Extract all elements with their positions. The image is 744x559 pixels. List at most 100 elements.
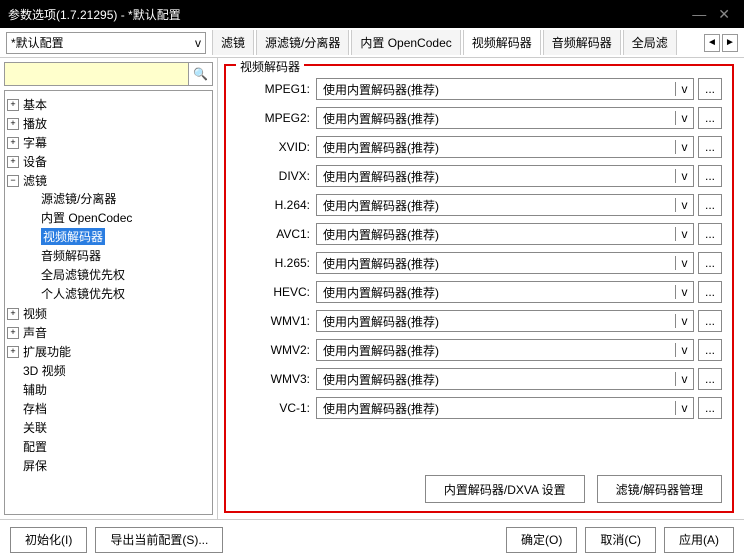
tree-item[interactable]: 个人滤镜优先权 bbox=[25, 285, 210, 302]
codec-row: MPEG2:使用内置解码器(推荐)v... bbox=[236, 107, 722, 129]
expand-icon[interactable]: + bbox=[7, 346, 19, 358]
tab-3[interactable]: 视频解码器 bbox=[463, 30, 541, 55]
codec-label: XVID: bbox=[236, 140, 316, 154]
codec-select[interactable]: 使用内置解码器(推荐)v bbox=[316, 194, 694, 216]
tab-2[interactable]: 内置 OpenCodec bbox=[351, 30, 460, 55]
tree-item-label: 视频 bbox=[23, 305, 47, 322]
codec-more-button[interactable]: ... bbox=[698, 165, 722, 187]
cancel-button[interactable]: 取消(C) bbox=[585, 527, 656, 553]
codec-label: VC-1: bbox=[236, 401, 316, 415]
tree-item-label: 关联 bbox=[23, 419, 47, 436]
tree-item-label: 3D 视频 bbox=[23, 362, 66, 379]
codec-select-value: 使用内置解码器(推荐) bbox=[317, 197, 675, 214]
close-button[interactable]: ✕ bbox=[712, 6, 736, 23]
codec-more-button[interactable]: ... bbox=[698, 252, 722, 274]
tree-item[interactable]: + 设备 bbox=[7, 153, 210, 170]
tree-item[interactable]: 全局滤镜优先权 bbox=[25, 266, 210, 283]
codec-more-button[interactable]: ... bbox=[698, 281, 722, 303]
search-icon[interactable]: 🔍 bbox=[188, 63, 212, 85]
tree-item[interactable]: −滤镜 bbox=[7, 172, 210, 189]
tree-item[interactable]: + 视频 bbox=[7, 305, 210, 322]
tree-item-label: 基本 bbox=[23, 96, 47, 113]
tree-item[interactable]: 视频解码器 bbox=[25, 228, 210, 245]
minimize-button[interactable]: — bbox=[686, 6, 712, 22]
codec-select[interactable]: 使用内置解码器(推荐)v bbox=[316, 107, 694, 129]
codec-label: MPEG2: bbox=[236, 111, 316, 125]
tree-spacer bbox=[25, 269, 37, 281]
expand-icon[interactable]: + bbox=[7, 327, 19, 339]
tree-spacer bbox=[7, 422, 19, 434]
codec-select[interactable]: 使用内置解码器(推荐)v bbox=[316, 252, 694, 274]
expand-icon[interactable]: + bbox=[7, 137, 19, 149]
tab-0[interactable]: 滤镜 bbox=[212, 30, 254, 55]
codec-select[interactable]: 使用内置解码器(推荐)v bbox=[316, 339, 694, 361]
codec-more-button[interactable]: ... bbox=[698, 194, 722, 216]
tree-spacer bbox=[7, 365, 19, 377]
codec-select-value: 使用内置解码器(推荐) bbox=[317, 226, 675, 243]
tree-item[interactable]: 3D 视频 bbox=[7, 362, 210, 379]
codec-more-button[interactable]: ... bbox=[698, 107, 722, 129]
search-input[interactable] bbox=[5, 63, 188, 85]
codec-label: HEVC: bbox=[236, 285, 316, 299]
tab-4[interactable]: 音频解码器 bbox=[543, 30, 621, 55]
codec-select[interactable]: 使用内置解码器(推荐)v bbox=[316, 310, 694, 332]
codec-select[interactable]: 使用内置解码器(推荐)v bbox=[316, 165, 694, 187]
tree-item[interactable]: 音频解码器 bbox=[25, 247, 210, 264]
tree-item-label: 音频解码器 bbox=[41, 247, 101, 264]
expand-icon[interactable]: + bbox=[7, 118, 19, 130]
tree-item-label: 设备 bbox=[23, 153, 47, 170]
tree-item[interactable]: + 扩展功能 bbox=[7, 343, 210, 360]
codec-more-button[interactable]: ... bbox=[698, 397, 722, 419]
tree-item-label: 存档 bbox=[23, 400, 47, 417]
tab-5[interactable]: 全局滤 bbox=[623, 30, 677, 55]
expand-icon[interactable]: + bbox=[7, 156, 19, 168]
internal-decoder-dxva-button[interactable]: 内置解码器/DXVA 设置 bbox=[425, 475, 585, 503]
tab-scroll-left[interactable]: ◄ bbox=[704, 34, 720, 52]
codec-select[interactable]: 使用内置解码器(推荐)v bbox=[316, 368, 694, 390]
codec-label: DIVX: bbox=[236, 169, 316, 183]
chevron-down-icon: v bbox=[675, 401, 693, 415]
tree-item[interactable]: 源滤镜/分离器 bbox=[25, 190, 210, 207]
codec-more-button[interactable]: ... bbox=[698, 310, 722, 332]
export-config-button[interactable]: 导出当前配置(S)... bbox=[95, 527, 223, 553]
profile-select[interactable]: *默认配置 v bbox=[6, 32, 206, 54]
search-box: 🔍 bbox=[4, 62, 213, 86]
tab-1[interactable]: 源滤镜/分离器 bbox=[256, 30, 349, 55]
init-button[interactable]: 初始化(I) bbox=[10, 527, 87, 553]
tree-item[interactable]: +播放 bbox=[7, 115, 210, 132]
tree-item[interactable]: 辅助 bbox=[7, 381, 210, 398]
tree-item[interactable]: 内置 OpenCodec bbox=[25, 209, 210, 226]
expand-icon[interactable]: + bbox=[7, 308, 19, 320]
codec-row: MPEG1:使用内置解码器(推荐)v... bbox=[236, 78, 722, 100]
tree-spacer bbox=[7, 403, 19, 415]
tree-spacer bbox=[7, 441, 19, 453]
codec-more-button[interactable]: ... bbox=[698, 78, 722, 100]
tab-scroll-right[interactable]: ► bbox=[722, 34, 738, 52]
codec-select[interactable]: 使用内置解码器(推荐)v bbox=[316, 397, 694, 419]
tree-item[interactable]: 关联 bbox=[7, 419, 210, 436]
filter-decoder-manage-button[interactable]: 滤镜/解码器管理 bbox=[597, 475, 722, 503]
tree-item[interactable]: +字幕 bbox=[7, 134, 210, 151]
expand-icon[interactable]: + bbox=[7, 99, 19, 111]
codec-select-value: 使用内置解码器(推荐) bbox=[317, 313, 675, 330]
tree-item[interactable]: 配置 bbox=[7, 438, 210, 455]
codec-more-button[interactable]: ... bbox=[698, 339, 722, 361]
codec-select[interactable]: 使用内置解码器(推荐)v bbox=[316, 78, 694, 100]
codec-select[interactable]: 使用内置解码器(推荐)v bbox=[316, 223, 694, 245]
tree-item[interactable]: 存档 bbox=[7, 400, 210, 417]
codec-more-button[interactable]: ... bbox=[698, 368, 722, 390]
tree-item[interactable]: + 基本 bbox=[7, 96, 210, 113]
tree-item[interactable]: 屏保 bbox=[7, 457, 210, 474]
codec-label: WMV2: bbox=[236, 343, 316, 357]
apply-button[interactable]: 应用(A) bbox=[664, 527, 734, 553]
tree-item-label: 视频解码器 bbox=[41, 228, 105, 245]
codec-select[interactable]: 使用内置解码器(推荐)v bbox=[316, 281, 694, 303]
chevron-down-icon: v bbox=[675, 198, 693, 212]
collapse-icon[interactable]: − bbox=[7, 175, 19, 187]
tree-item-label: 扩展功能 bbox=[23, 343, 71, 360]
codec-more-button[interactable]: ... bbox=[698, 223, 722, 245]
codec-more-button[interactable]: ... bbox=[698, 136, 722, 158]
ok-button[interactable]: 确定(O) bbox=[506, 527, 577, 553]
tree-item[interactable]: +声音 bbox=[7, 324, 210, 341]
codec-select[interactable]: 使用内置解码器(推荐)v bbox=[316, 136, 694, 158]
